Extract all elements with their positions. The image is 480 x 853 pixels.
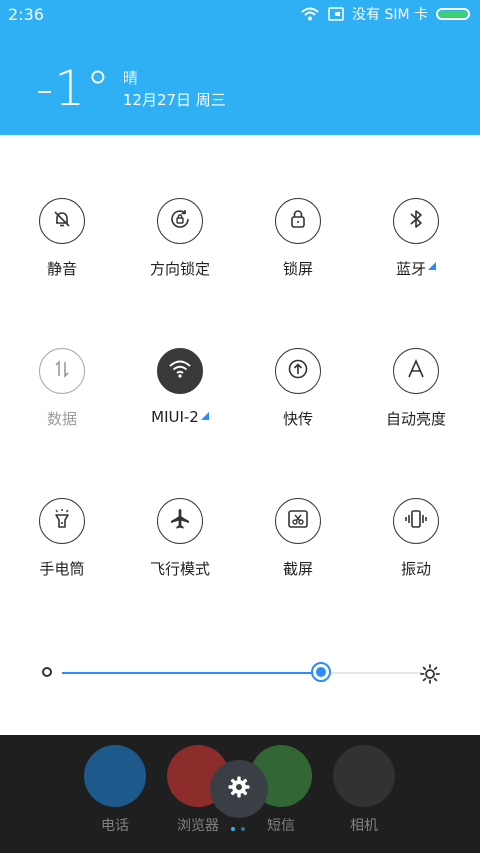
data-icon: [51, 358, 73, 384]
toggle-label: 飞行模式: [150, 558, 210, 579]
weather-temperature: -1°: [36, 61, 111, 117]
toggle-label-text: 方向锁定: [149, 260, 210, 278]
brightness-high-icon: [420, 664, 440, 688]
toggle-label: 快传: [283, 408, 313, 429]
toggle-label-text: 静音: [46, 260, 77, 278]
toggle-label: MIUI-2: [151, 408, 209, 426]
airplane-icon: [168, 507, 192, 535]
weather-date: 12月27日 周三: [122, 91, 226, 109]
toggle-bell-off[interactable]: 静音: [3, 198, 121, 318]
weather-condition: 晴: [122, 69, 138, 87]
toggle-label-text: 飞行模式: [149, 560, 210, 578]
status-time: 2:36: [8, 5, 44, 24]
toggle-button[interactable]: [275, 348, 321, 394]
sim-icon: [328, 7, 344, 21]
toggle-screenshot[interactable]: 截屏: [239, 498, 357, 618]
dock-app-label: 浏览器: [177, 818, 219, 834]
toggle-grid: 静音 方向锁定 锁屏 蓝牙数据 MIUI-2 快传 自动亮度手电筒 飞行模式 截屏 振动: [0, 135, 480, 635]
toggle-label: 手电筒: [39, 558, 84, 579]
toggle-button[interactable]: [275, 198, 321, 244]
toggle-rotation-lock[interactable]: 方向锁定: [121, 198, 239, 318]
toggle-flashlight[interactable]: 手电筒: [3, 498, 121, 618]
toggle-button[interactable]: [157, 348, 203, 394]
gear-icon: [227, 775, 251, 803]
slider-thumb[interactable]: [311, 662, 331, 682]
toggle-button[interactable]: [393, 348, 439, 394]
carrier-text: 没有 SIM 卡: [352, 7, 428, 23]
toggle-label: 自动亮度: [386, 408, 446, 429]
phone-icon: [84, 745, 146, 807]
toggle-button[interactable]: [157, 498, 203, 544]
rotation-lock-icon: [168, 207, 192, 235]
vibrate-icon: [403, 508, 429, 534]
notification-header: 2:36 没有 SIM 卡 -1° 晴 12月27日 周三: [0, 0, 480, 135]
toggle-data[interactable]: 数据: [3, 348, 121, 468]
detail-indicator-icon: [200, 412, 209, 420]
transfer-icon: [286, 357, 310, 385]
toggle-label-text: 锁屏: [282, 260, 313, 278]
status-icons: 没有 SIM 卡: [300, 4, 470, 24]
toggle-button[interactable]: [39, 198, 85, 244]
toggle-label-text: MIUI-2: [151, 408, 199, 426]
toggle-bluetooth[interactable]: 蓝牙: [357, 198, 475, 318]
toggle-label: 截屏: [283, 558, 313, 579]
slider-fill: [62, 672, 321, 674]
toggle-label: 方向锁定: [150, 258, 210, 279]
toggle-button[interactable]: [393, 198, 439, 244]
brightness-low-icon: [42, 667, 52, 677]
status-bar: 2:36 没有 SIM 卡: [0, 0, 480, 28]
detail-indicator-icon: [428, 262, 436, 270]
page-indicator: [231, 827, 245, 831]
dock-app-label: 短信: [267, 818, 295, 834]
toggle-button[interactable]: [275, 498, 321, 544]
auto-brightness-icon: [405, 358, 427, 384]
bluetooth-icon: [406, 208, 426, 234]
toggle-wifi[interactable]: MIUI-2: [121, 348, 239, 468]
toggle-transfer[interactable]: 快传: [239, 348, 357, 468]
screenshot-icon: [286, 507, 310, 535]
dock-app-label: 电话: [101, 818, 129, 834]
toggle-auto-brightness[interactable]: 自动亮度: [357, 348, 475, 468]
toggle-airplane[interactable]: 飞行模式: [121, 498, 239, 618]
toggle-label-text: 截屏: [282, 560, 313, 578]
toggle-label: 振动: [401, 558, 431, 579]
toggle-label-text: 蓝牙: [395, 260, 426, 278]
toggle-label: 静音: [47, 258, 77, 279]
toggle-label-text: 快传: [282, 410, 313, 428]
toggle-label-text: 自动亮度: [385, 410, 446, 428]
toggle-button[interactable]: [157, 198, 203, 244]
dock-app-label: 相机: [350, 818, 378, 834]
toggle-label: 锁屏: [283, 258, 313, 279]
lock-icon: [287, 208, 309, 234]
settings-button[interactable]: [210, 760, 268, 818]
toggle-button[interactable]: [393, 498, 439, 544]
wifi-icon: [168, 359, 192, 383]
camera-icon: [333, 745, 395, 807]
toggle-label-text: 振动: [400, 560, 431, 578]
toggle-label-text: 数据: [46, 410, 77, 428]
bell-off-icon: [51, 208, 73, 234]
battery-icon: [436, 8, 470, 20]
toggle-label-text: 手电筒: [39, 560, 85, 578]
toggle-label: 蓝牙: [396, 258, 436, 279]
toggle-vibrate[interactable]: 振动: [357, 498, 475, 618]
toggle-label: 数据: [47, 408, 77, 429]
weather-widget[interactable]: -1° 晴 12月27日 周三: [36, 65, 226, 113]
flashlight-icon: [51, 507, 73, 535]
toggle-lock[interactable]: 锁屏: [239, 198, 357, 318]
quick-settings-panel: 静音 方向锁定 锁屏 蓝牙数据 MIUI-2 快传 自动亮度手电筒 飞行模式 截屏 振动: [0, 135, 480, 735]
wifi-icon: [300, 6, 320, 22]
toggle-button[interactable]: [39, 348, 85, 394]
brightness-slider[interactable]: [0, 655, 480, 695]
toggle-button[interactable]: [39, 498, 85, 544]
